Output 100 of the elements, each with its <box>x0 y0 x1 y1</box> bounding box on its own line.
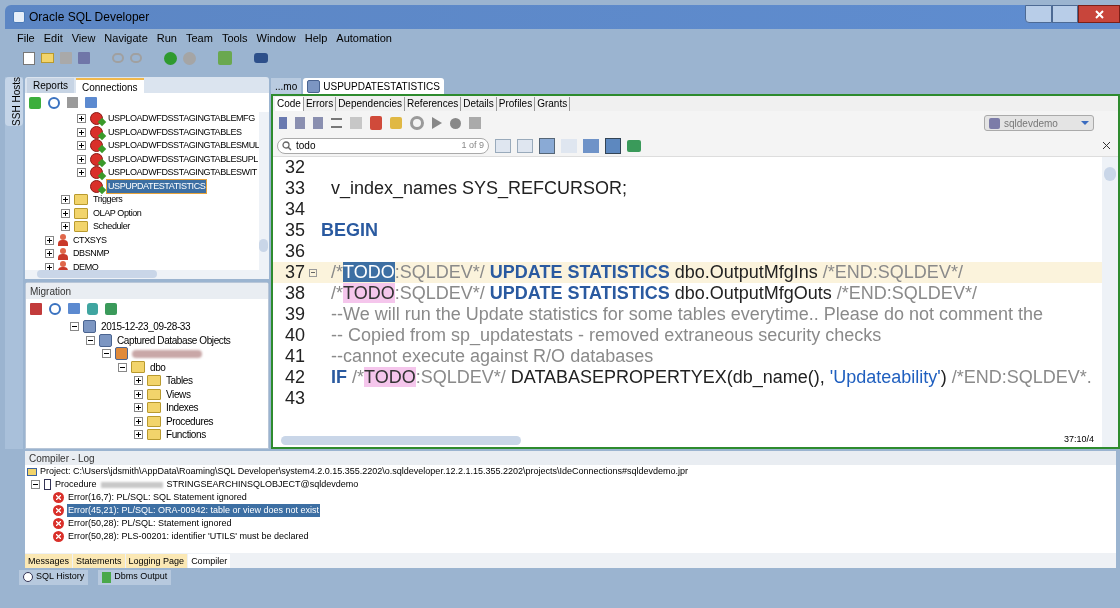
dock-tab[interactable]: Dbms Output <box>98 569 172 585</box>
folder-icon[interactable] <box>41 53 54 63</box>
line-number: 33 <box>283 177 305 200</box>
error-message[interactable]: Error(50,28): PLS-00201: identifier 'UTILS' must be declared <box>67 529 310 544</box>
tree-item[interactable]: DEMO <box>72 260 100 270</box>
error-icon <box>53 518 64 529</box>
blurred-name <box>100 481 163 488</box>
tree-item[interactable]: Views <box>165 386 192 402</box>
expand-icon[interactable] <box>61 195 70 205</box>
expand-icon[interactable] <box>77 141 86 151</box>
menu-item[interactable]: Run <box>156 29 177 47</box>
expand-icon[interactable] <box>77 127 86 137</box>
log-tab[interactable]: Logging Page <box>125 554 188 568</box>
expand-icon[interactable] <box>134 376 143 386</box>
panel-tab[interactable]: Connections <box>76 78 144 93</box>
code-line: --We will run the Update statistics for some tables everytime.. Please do not comment the <box>330 303 1043 326</box>
tree-item[interactable]: DBSNMP <box>72 247 111 261</box>
tree-item[interactable]: USPLOADWFDSSTAGINGTABLESMUL <box>107 139 259 153</box>
panel-tab[interactable]: Reports <box>27 78 74 93</box>
connection-dropdown[interactable]: sqldevdemo <box>984 115 1094 131</box>
tree-item[interactable]: Scheduler <box>92 220 131 234</box>
menu-item[interactable]: Tools <box>221 29 248 47</box>
folder-icon <box>74 207 88 219</box>
expand-icon[interactable] <box>134 389 143 399</box>
menu-item[interactable]: Automation <box>336 29 392 47</box>
minimize-button[interactable] <box>1025 5 1052 23</box>
tree-item[interactable]: dbo <box>149 359 167 375</box>
error-message[interactable]: Error(45,21): PL/SQL: ORA-00942: table or view does not exist <box>67 503 321 518</box>
tree-item[interactable]: 2015-12-23_09-28-33 <box>100 319 192 335</box>
code-line: -- Copied from sp_updatestats - removed extraneous security checks <box>330 324 882 348</box>
dock-tab[interactable]: SQL History <box>19 569 89 585</box>
log-tab[interactable]: Statements <box>73 554 125 568</box>
collapse-icon[interactable] <box>86 335 95 345</box>
tree-item[interactable]: USPLOADWFDSSTAGINGTABLESWIT <box>107 166 258 180</box>
expand-icon[interactable] <box>134 430 143 440</box>
editor-tab[interactable]: ...mo <box>271 78 302 94</box>
tree-item[interactable]: CTXSYS <box>72 233 108 247</box>
app-icon <box>13 11 25 23</box>
expand-icon[interactable] <box>61 222 70 232</box>
tree-item[interactable]: Triggers <box>92 193 124 207</box>
expand-icon[interactable] <box>134 403 143 413</box>
editor-tab[interactable]: USPUPDATESTATISTICS <box>303 78 444 94</box>
code-line: /*TODO:SQLDEV*/ UPDATE STATISTICS dbo.OutputMfgOuts /*END:SQLDEV*/ <box>330 282 977 305</box>
search-field[interactable]: todo 1 of 9 <box>277 137 489 154</box>
folder-icon <box>74 221 88 233</box>
expand-icon[interactable] <box>77 154 86 164</box>
line-number: 38 <box>283 282 305 305</box>
expand-icon[interactable] <box>77 168 86 178</box>
expand-icon[interactable] <box>45 249 54 259</box>
folder-icon <box>147 388 161 400</box>
match-count: 1 of 9 <box>461 138 484 152</box>
line-number: 42 <box>283 366 305 389</box>
expand-icon[interactable] <box>45 235 54 245</box>
log-line: STRINGSEARCHINSQLOBJECT@sqldevdemo <box>166 477 359 491</box>
tree-item[interactable]: USPLOADWFDSSTAGINGTABLESUPL <box>107 152 259 166</box>
side-tab[interactable]: SSH Hosts <box>5 77 23 126</box>
menu-item[interactable]: Help <box>304 29 328 47</box>
refresh-icon[interactable] <box>48 96 60 109</box>
tree-item[interactable]: USPLOADWFDSSTAGINGTABLES <box>107 125 243 139</box>
collapse-icon[interactable] <box>31 480 40 489</box>
collapse-icon[interactable] <box>102 349 111 359</box>
refresh-icon[interactable] <box>49 302 61 315</box>
code-line: BEGIN <box>321 219 378 242</box>
menu-item[interactable]: Edit <box>43 29 63 47</box>
expand-icon[interactable] <box>77 114 86 124</box>
folder-icon <box>74 194 88 206</box>
menu-item[interactable]: Window <box>256 29 296 47</box>
tree-item[interactable]: USPUPDATESTATISTICS <box>107 179 207 193</box>
fold-icon[interactable] <box>309 268 317 277</box>
collapse-icon[interactable] <box>70 322 79 332</box>
error-icon <box>53 505 64 516</box>
tree-item[interactable]: Captured Database Objects <box>116 332 232 348</box>
tree-item[interactable]: Procedures <box>165 413 215 429</box>
menu-item[interactable]: File <box>17 29 35 47</box>
log-tab[interactable]: Compiler <box>188 554 231 568</box>
menu-item[interactable]: Navigate <box>104 29 148 47</box>
line-number: 35 <box>283 219 305 242</box>
error-message[interactable]: Error(16,7): PL/SQL: SQL Statement ignored <box>67 490 248 505</box>
tree-item[interactable]: Indexes <box>165 400 200 416</box>
close-button[interactable] <box>1078 5 1120 23</box>
folder-icon <box>147 429 161 441</box>
panel-title: Compiler - Log <box>29 451 95 466</box>
tree-item[interactable]: OLAP Option <box>92 206 143 220</box>
line-number: 37 <box>283 261 305 284</box>
expand-icon[interactable] <box>61 208 70 218</box>
tree-item[interactable]: USPLOADWFDSSTAGINGTABLEMFG <box>107 112 256 126</box>
tree-item[interactable]: Tables <box>165 373 194 389</box>
editor-subtab[interactable]: Code <box>275 97 304 111</box>
tree-item[interactable]: Functions <box>165 427 207 443</box>
error-message[interactable]: Error(50,28): PL/SQL: Statement ignored <box>67 516 233 531</box>
menu-item[interactable]: Team <box>185 29 213 47</box>
expand-icon[interactable] <box>134 416 143 426</box>
menu-item[interactable]: View <box>71 29 96 47</box>
line-number: 43 <box>283 387 305 410</box>
code-line: v_index_names SYS_REFCURSOR; <box>330 177 628 201</box>
maximize-button[interactable] <box>1052 5 1078 23</box>
log-tab[interactable]: Messages <box>25 554 73 568</box>
folder-icon <box>147 375 161 387</box>
code-line: IF /*TODO:SQLDEV*/ DATABASEPROPERTYEX(db_name(), 'Updateability') /*END:SQLDEV*. <box>330 366 1092 390</box>
collapse-icon[interactable] <box>118 362 127 372</box>
